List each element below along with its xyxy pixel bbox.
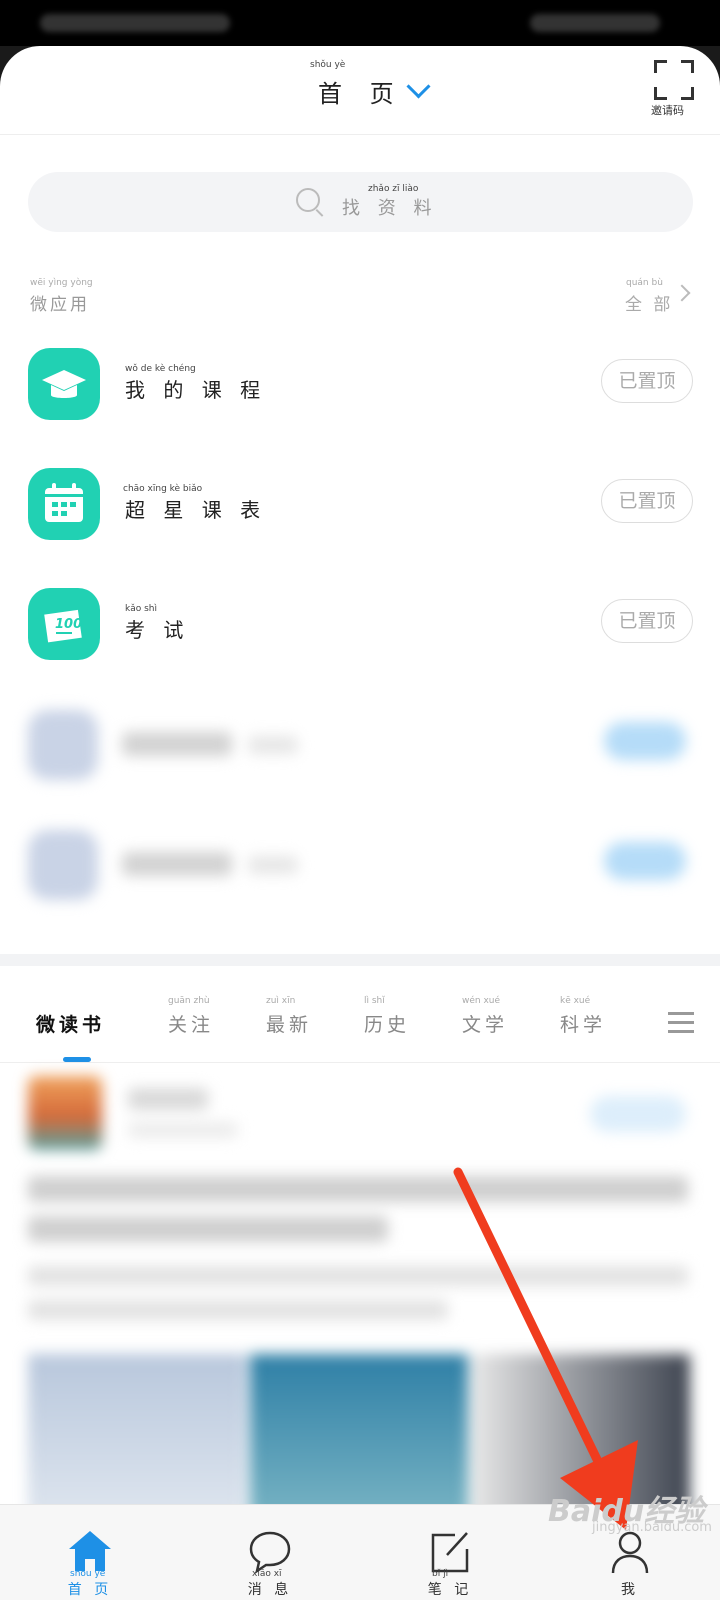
watermark-url: jingyan.baidu.com [592, 1520, 712, 1535]
exam-icon: 100 [28, 588, 100, 660]
scan-label[interactable]: 邀请码 [651, 102, 684, 118]
nav-home[interactable]: shǒu yè 首 页 [0, 1505, 180, 1600]
nav-label: 首 页 [67, 1582, 113, 1598]
app-item-schedule[interactable]: chāo xīng kè biǎo 超 星 课 表 已置顶 [0, 464, 720, 554]
all-pinyin: quán bù [626, 278, 663, 288]
calendar-icon [28, 468, 100, 540]
pinned-button[interactable]: 已置顶 [601, 479, 693, 523]
feed-post [0, 1066, 720, 1546]
nav-pinyin: bǐ jì [432, 1569, 449, 1579]
app-name: 我 的 课 程 [125, 378, 267, 402]
nav-pinyin: xiāo xī [252, 1569, 282, 1579]
nav-messages[interactable]: xiāo xī 消 息 [180, 1505, 360, 1600]
svg-text:100: 100 [55, 617, 82, 632]
nav-label: 笔 记 [427, 1582, 473, 1598]
person-icon [611, 1531, 649, 1574]
section-divider [0, 954, 720, 966]
app-name: 考 试 [125, 618, 190, 642]
app-item-my-courses[interactable]: wǒ de kè chéng 我 的 课 程 已置顶 [0, 344, 720, 434]
blurred-app-item [0, 824, 720, 914]
search-icon [296, 188, 320, 212]
tab-pinyin: wén xué [462, 996, 501, 1006]
tab-history[interactable]: 历史 [364, 1010, 410, 1037]
tab-literature[interactable]: 文学 [462, 1010, 508, 1037]
view-all-link[interactable]: 全 部 [625, 290, 673, 315]
chevron-down-icon [406, 74, 431, 99]
nav-label: 我 [621, 1582, 639, 1598]
tab-micro-reading[interactable]: 微读书 [36, 1010, 105, 1037]
pinned-button[interactable]: 已置顶 [601, 599, 693, 643]
tab-latest[interactable]: 最新 [266, 1010, 312, 1037]
tab-pinyin: zuì xīn [266, 996, 296, 1006]
scan-icon[interactable] [654, 60, 694, 100]
tab-pinyin: guān zhù [168, 996, 210, 1006]
home-icon [69, 1531, 111, 1571]
reading-tabs: 微读书 guān zhù 关注 zuì xīn 最新 lì shǐ 历史 wén… [0, 966, 720, 1063]
nav-label: 消 息 [247, 1582, 293, 1598]
menu-icon[interactable] [668, 1012, 694, 1034]
tab-science[interactable]: 科学 [560, 1010, 606, 1037]
chevron-right-icon[interactable] [673, 284, 691, 302]
tab-pinyin: kē xué [560, 996, 591, 1006]
graduation-cap-icon [28, 348, 100, 420]
status-bar [0, 0, 720, 46]
title-pinyin: shǒu yè [310, 60, 346, 70]
section-title-pinyin: wēi yìng yòng [30, 278, 93, 288]
blurred-app-item [0, 704, 720, 794]
pinned-button[interactable]: 已置顶 [601, 359, 693, 403]
app-name: 超 星 课 表 [125, 498, 267, 522]
app-pinyin: wǒ de kè chéng [125, 364, 196, 374]
top-header: shǒu yè 首 页 邀请码 [0, 46, 720, 135]
nav-pinyin: shǒu yè [70, 1569, 106, 1579]
app-pinyin: kǎo shì [125, 604, 157, 614]
tab-pinyin: lì shǐ [364, 996, 385, 1006]
app-pinyin: chāo xīng kè biǎo [123, 484, 203, 494]
active-tab-indicator [63, 1057, 91, 1062]
search-pinyin: zhǎo zī liào [368, 184, 419, 194]
page-title-switcher[interactable]: shǒu yè 首 页 [310, 60, 431, 109]
app-screen: shǒu yè 首 页 邀请码 zhǎo zī liào 找 资 料 wēi y… [0, 46, 720, 1600]
app-item-exam[interactable]: 100 kǎo shì 考 试 已置顶 [0, 584, 720, 674]
tab-follow[interactable]: 关注 [168, 1010, 214, 1037]
micro-apps-title: 微应用 [30, 295, 90, 315]
search-placeholder: 找 资 料 [342, 198, 438, 219]
search-bar[interactable]: zhǎo zī liào 找 资 料 [28, 172, 693, 232]
page-title: 首 页 [318, 80, 404, 108]
nav-notes[interactable]: bǐ jì 笔 记 [360, 1505, 540, 1600]
